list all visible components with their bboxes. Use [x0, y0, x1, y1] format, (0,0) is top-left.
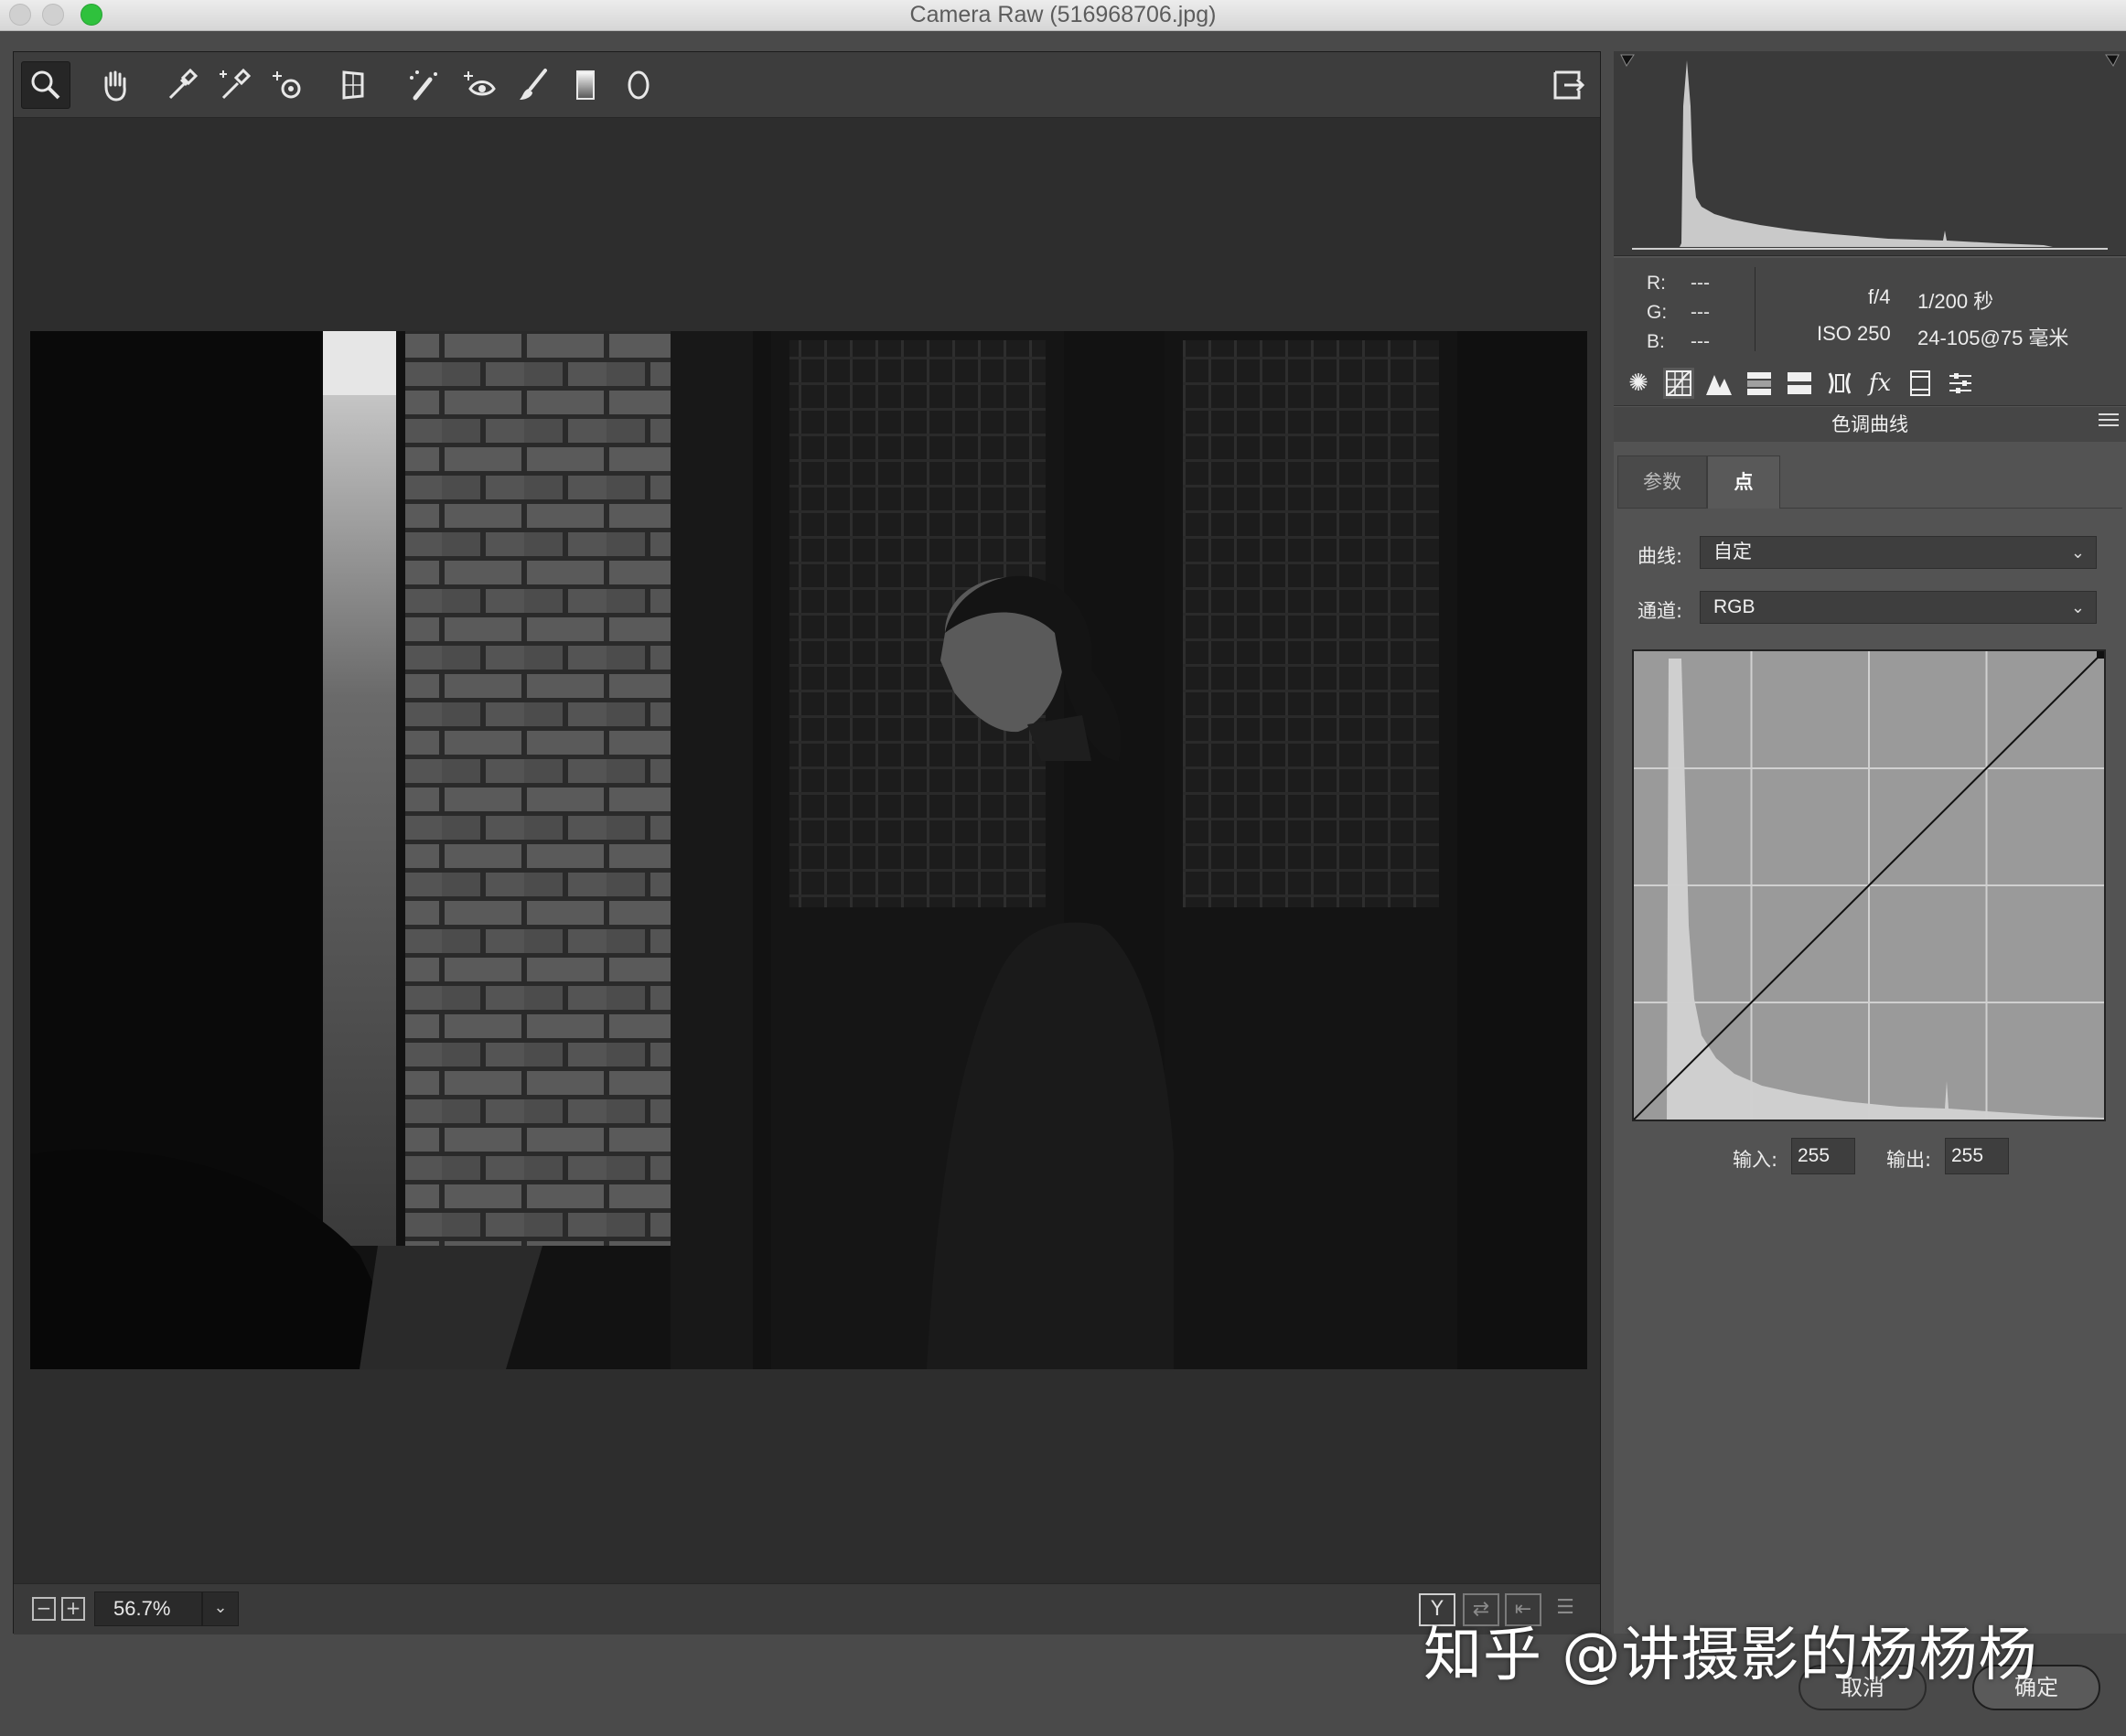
targeted-adjustment-tool-button[interactable]: [263, 61, 312, 109]
chevron-down-icon: ⌄: [2070, 598, 2085, 616]
spot-removal-icon: [410, 70, 437, 101]
tab-tone-curve[interactable]: [1663, 368, 1694, 399]
photo-preview[interactable]: [30, 331, 1587, 1369]
tone-curve-editor[interactable]: [1632, 649, 2106, 1121]
tab-point[interactable]: 点: [1707, 455, 1780, 509]
window-title: Camera Raw (516968706.jpg): [909, 2, 1217, 27]
adjustment-panel: R: --- G: --- B: --- f/4 1/200 秒 ISO 250…: [1614, 51, 2126, 1634]
panel-menu-icon[interactable]: [2099, 413, 2119, 434]
tab-parametric[interactable]: 参数: [1617, 455, 1707, 509]
color-sampler-tool-button[interactable]: [208, 61, 257, 109]
tab-presets[interactable]: [1945, 368, 1976, 399]
adjustment-brush-button[interactable]: [508, 61, 557, 109]
photo-image: [30, 331, 1587, 1369]
film-strip-icon: [1910, 370, 1930, 396]
sliders-icon: [1949, 373, 1971, 393]
curve-preset-select[interactable]: 自定 ⌄: [1700, 536, 2097, 569]
tab-effects[interactable]: fx: [1864, 368, 1895, 399]
lens-value: 24-105@75 毫米: [1917, 327, 2069, 349]
zoom-tool-button[interactable]: [21, 61, 70, 109]
split-toning-icon: [1788, 372, 1811, 394]
graduated-filter-button[interactable]: [561, 61, 610, 109]
detail-mountains-icon: [1706, 375, 1732, 395]
tab-hsl[interactable]: [1744, 368, 1775, 399]
panel-tabs: ✺ fx: [1614, 360, 2126, 406]
fullscreen-toggle-button[interactable]: [1543, 61, 1593, 109]
eyedropper-icon: [168, 68, 199, 100]
iso-value: ISO 250: [1817, 322, 1891, 345]
tone-curve-graph: [1634, 651, 2104, 1120]
hand-tool-button[interactable]: [91, 61, 140, 109]
output-label: 输出:: [1886, 1149, 1932, 1171]
channel-select[interactable]: RGB ⌄: [1700, 591, 2097, 624]
aperture-value: f/4: [1868, 285, 1891, 308]
title-bar: Camera Raw (516968706.jpg): [0, 0, 2126, 31]
b-label: B:: [1647, 331, 1665, 352]
curve-preset-value: 自定: [1713, 541, 1752, 563]
subtab-divider: [1780, 508, 2122, 509]
tab-split-toning[interactable]: [1784, 368, 1815, 399]
pixel-info: R: --- G: --- B: --- f/4 1/200 秒 ISO 250…: [1614, 258, 2126, 360]
highlight-clipping-warning-icon[interactable]: [2105, 54, 2120, 67]
channel-label: 通道:: [1637, 600, 1683, 622]
fx-icon: fx: [1868, 370, 1892, 397]
g-label: G:: [1647, 302, 1668, 323]
fullscreen-icon: [1553, 70, 1585, 100]
g-value: ---: [1691, 302, 1710, 323]
channel-value: RGB: [1713, 596, 1756, 617]
zoom-in-button[interactable]: +: [61, 1597, 85, 1621]
tab-basic[interactable]: ✺: [1623, 368, 1654, 399]
zoom-dropdown-chevron-icon[interactable]: ⌄: [202, 1591, 239, 1626]
status-bar: − + 56.7% ⌄ Y ⇄ ⇤ ☰: [14, 1583, 1600, 1634]
tool-bar: [14, 52, 1600, 118]
input-label: 输入:: [1733, 1149, 1778, 1171]
target-adjust-icon: [273, 71, 301, 99]
tone-curve-grid-icon: [1666, 370, 1691, 396]
histogram: [1614, 51, 2126, 256]
gradient-icon: [576, 70, 595, 100]
zoom-out-button[interactable]: −: [32, 1597, 56, 1621]
hand-icon: [104, 70, 126, 102]
lens-icon: [1828, 372, 1852, 394]
shutter-value: 1/200 秒: [1917, 290, 1994, 313]
transform-tool-button[interactable]: [328, 61, 378, 109]
zoom-level-field[interactable]: 56.7%: [94, 1591, 202, 1626]
panel-section-title: 色调曲线: [1614, 407, 2126, 442]
transform-icon: [342, 70, 364, 100]
histogram-graph: [1620, 54, 2120, 250]
ellipse-icon: [628, 70, 650, 100]
curve-label: 曲线:: [1637, 545, 1683, 567]
info-divider: [1755, 267, 1756, 351]
hsl-bars-icon: [1747, 372, 1771, 395]
r-label: R:: [1647, 273, 1666, 294]
color-sampler-icon: [220, 68, 251, 100]
output-value-field[interactable]: 255: [1945, 1138, 2009, 1174]
red-eye-tool-button[interactable]: [455, 61, 504, 109]
magnifier-icon: [31, 70, 60, 100]
watermark: 知乎 @讲摄影的杨杨杨: [1423, 1622, 2038, 1689]
shadow-clipping-warning-icon[interactable]: [1620, 54, 1635, 67]
chevron-down-icon: ⌄: [2070, 543, 2085, 562]
aperture-icon: ✺: [1628, 370, 1648, 397]
input-value-field[interactable]: 255: [1791, 1138, 1855, 1174]
tab-lens-corrections[interactable]: [1824, 368, 1855, 399]
white-balance-tool-button[interactable]: [156, 61, 206, 109]
spot-removal-tool-button[interactable]: [398, 61, 447, 109]
tab-camera-calibration[interactable]: [1905, 368, 1936, 399]
brush-icon: [520, 69, 547, 100]
r-value: ---: [1691, 273, 1710, 294]
b-value: ---: [1691, 331, 1710, 352]
red-eye-icon: [464, 71, 496, 96]
image-workspace: − + 56.7% ⌄ Y ⇄ ⇤ ☰: [13, 51, 1601, 1634]
tab-detail[interactable]: [1703, 368, 1734, 399]
radial-filter-button[interactable]: [614, 61, 663, 109]
